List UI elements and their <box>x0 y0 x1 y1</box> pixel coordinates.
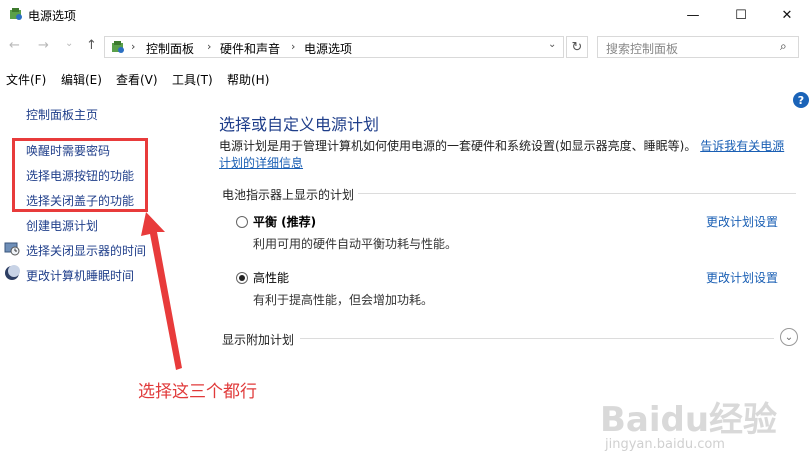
page-description-text: 电源计划是用于管理计算机如何使用电源的一套硬件和系统设置(如显示器亮度、睡眠等)… <box>219 139 697 153</box>
search-placeholder: 搜索控制面板 <box>606 42 679 56</box>
section-additional-plans[interactable]: 显示附加计划 <box>222 331 294 348</box>
watermark-url: jingyan.baidu.com <box>605 437 725 452</box>
menu-view[interactable]: 查看(V) <box>116 71 158 88</box>
section-battery-plans: 电池指示器上显示的计划 <box>222 188 355 202</box>
watermark-logo: Baidu经验 <box>600 400 778 440</box>
breadcrumb-separator: › <box>291 40 296 53</box>
help-icon[interactable]: ? <box>793 92 809 108</box>
plan-balanced-desc: 利用可用的硬件自动平衡功耗与性能。 <box>253 237 458 251</box>
close-button[interactable]: ✕ <box>764 0 809 30</box>
recent-locations-button[interactable]: ⌄ <box>65 38 73 49</box>
menu-file[interactable]: 文件(F) <box>6 71 46 88</box>
breadcrumb-separator: › <box>207 40 212 53</box>
plan-balanced-name[interactable]: 平衡 (推荐) <box>253 213 316 230</box>
menu-help[interactable]: 帮助(H) <box>227 71 269 88</box>
breadcrumb-power-options[interactable]: 电源选项 <box>304 40 352 57</box>
monitor-icon <box>4 242 20 256</box>
control-panel-icon <box>112 41 124 53</box>
menu-tools[interactable]: 工具(T) <box>172 71 213 88</box>
moon-icon <box>5 265 20 280</box>
breadcrumb-separator: › <box>131 40 136 53</box>
sidebar-item-create-plan[interactable]: 创建电源计划 <box>26 217 98 234</box>
page-description: 电源计划是用于管理计算机如何使用电源的一套硬件和系统设置(如显示器亮度、睡眠等)… <box>219 138 793 172</box>
plan-high-performance-settings-link[interactable]: 更改计划设置 <box>706 269 778 286</box>
forward-button[interactable]: → <box>38 38 49 53</box>
annotation-text: 选择这三个都行 <box>138 382 257 402</box>
window-title: 电源选项 <box>28 9 77 23</box>
section-divider <box>300 338 774 339</box>
plan-balanced-settings-link[interactable]: 更改计划设置 <box>706 213 778 230</box>
page-title: 选择或自定义电源计划 <box>219 115 380 134</box>
breadcrumb-hardware-sound[interactable]: 硬件和声音 <box>220 40 280 57</box>
search-icon[interactable]: ⌕ <box>780 39 787 54</box>
breadcrumb-control-panel[interactable]: 控制面板 <box>146 40 194 57</box>
section-divider <box>358 193 796 194</box>
plan-high-performance-radio[interactable] <box>236 272 248 284</box>
maximize-button[interactable]: ☐ <box>718 0 764 30</box>
plan-balanced-radio[interactable] <box>236 216 248 228</box>
refresh-button[interactable]: ↻ <box>566 36 588 58</box>
sidebar-home-link[interactable]: 控制面板主页 <box>26 106 98 123</box>
plan-high-performance-desc: 有利于提高性能，但会增加功耗。 <box>253 293 434 307</box>
annotation-highlight-box <box>12 138 148 212</box>
menu-edit[interactable]: 编辑(E) <box>61 71 102 88</box>
minimize-button[interactable]: — <box>670 0 716 30</box>
annotation-arrow <box>141 212 182 370</box>
plan-high-performance-name[interactable]: 高性能 <box>253 269 289 286</box>
expand-chevron-icon[interactable]: ⌄ <box>780 328 798 346</box>
back-button[interactable]: ← <box>9 38 20 53</box>
up-button[interactable]: ↑ <box>86 38 97 53</box>
sidebar-item-sleep-time[interactable]: 更改计算机睡眠时间 <box>26 267 134 284</box>
sidebar-item-display-off-time[interactable]: 选择关闭显示器的时间 <box>26 242 146 259</box>
address-dropdown-icon[interactable]: ⌄ <box>548 39 556 50</box>
power-options-icon <box>10 8 22 20</box>
